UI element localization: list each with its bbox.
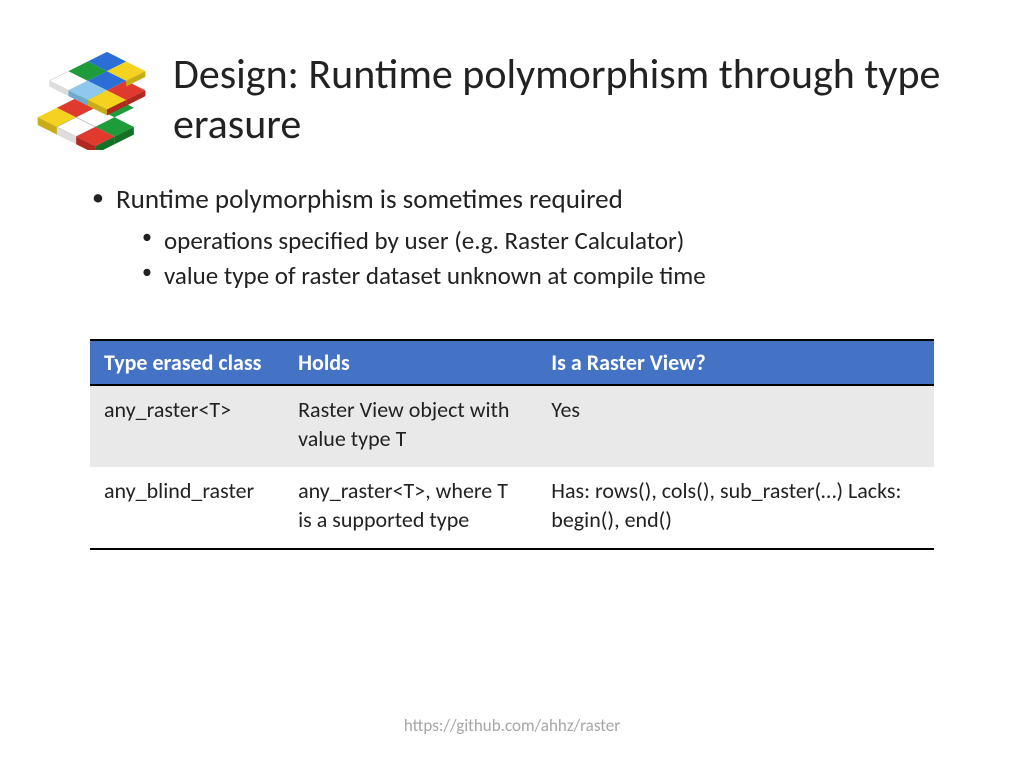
bullet-main-text: Runtime polymorphism is sometimes requir… [116,183,623,216]
col-header: Type erased class [90,340,284,385]
slide-title: Design: Runtime polymorphism through typ… [155,50,964,149]
table-row: any_raster<T> Raster View object with va… [90,385,934,467]
cell: any_blind_raster [90,467,284,549]
col-header: Is a Raster View? [537,340,934,385]
cell: any_raster<T>, where T is a supported ty… [284,467,537,549]
cell: Yes [537,385,934,467]
footer-link: https://github.com/ahhz/raster [0,715,1024,736]
cell: any_raster<T> [90,385,284,467]
logo-icon [30,50,155,150]
bullet-content: Runtime polymorphism is sometimes requir… [0,150,1024,293]
cell: Has: rows(), cols(), sub_raster(…) Lacks… [537,467,934,549]
bullet-sub: value type of raster dataset unknown at … [116,258,934,293]
bullet-main: Runtime polymorphism is sometimes requir… [90,182,934,293]
col-header: Holds [284,340,537,385]
table-header-row: Type erased class Holds Is a Raster View… [90,340,934,385]
cell: Raster View object with value type T [284,385,537,467]
type-erasure-table: Type erased class Holds Is a Raster View… [90,339,934,550]
table-row: any_blind_raster any_raster<T>, where T … [90,467,934,549]
bullet-sub: operations specified by user (e.g. Raste… [116,223,934,258]
